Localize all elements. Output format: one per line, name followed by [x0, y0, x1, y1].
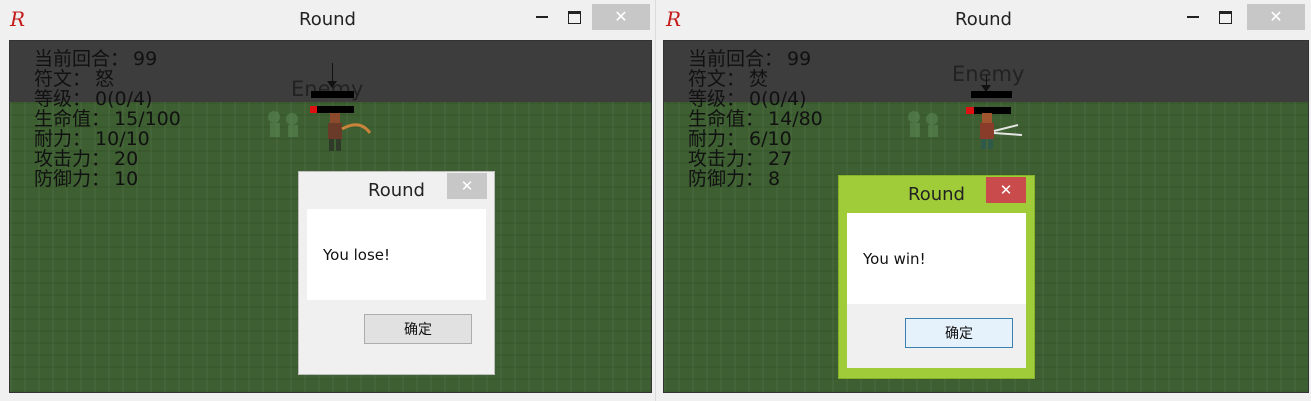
dialog-close-button[interactable]: ✕ — [447, 173, 487, 199]
dialog-footer: 确定 — [847, 304, 1026, 368]
ghost-sprite — [908, 111, 938, 137]
maximize-icon — [1218, 10, 1232, 24]
stat-round: 当前回合： 99 — [34, 48, 158, 70]
maximize-button[interactable] — [1211, 4, 1239, 30]
title-bar[interactable]: R Round ✕ — [656, 0, 1311, 40]
dialog-footer: 确定 — [307, 300, 486, 364]
stat-rune: 符文：焚 — [688, 68, 769, 90]
title-bar[interactable]: R Round ✕ — [0, 0, 655, 40]
target-arrow-shaft — [332, 63, 333, 83]
window-right: R Round ✕ 当前回合： 99 符文：焚 等级： 0(0/4) 生命值： 14/… — [656, 0, 1311, 401]
enemy-name-bar — [311, 91, 354, 98]
stat-round: 当前回合： 99 — [688, 48, 812, 70]
stat-defense: 防御力： 10 — [34, 168, 139, 190]
player-stats: 当前回合： 99 符文：焚 等级： 0(0/4) 生命值： 14/80 耐力： 6/10… — [688, 49, 823, 189]
minimize-button[interactable] — [1179, 4, 1207, 30]
minimize-icon — [1187, 16, 1199, 18]
dialog-body: You lose! — [307, 209, 486, 300]
stat-level: 等级： 0(0/4) — [34, 88, 153, 110]
enemy-name-bar — [971, 91, 1012, 98]
dialog-close-button[interactable]: ✕ — [986, 177, 1026, 203]
close-button[interactable]: ✕ — [592, 4, 650, 30]
result-dialog: Round ✕ You lose! 确定 — [298, 171, 495, 375]
window-left: R Round ✕ 当前回合： 99 符文：怒 等级： 0(0/4) 生命值： 15/… — [0, 0, 655, 401]
dialog-message: You win! — [863, 250, 926, 268]
ok-button[interactable]: 确定 — [905, 318, 1013, 348]
stat-endurance: 耐力： 6/10 — [688, 128, 792, 150]
stat-endurance: 耐力： 10/10 — [34, 128, 150, 150]
window-title: Round — [299, 9, 356, 30]
enemy-sprite — [980, 113, 1023, 149]
ok-button[interactable]: 确定 — [364, 314, 472, 344]
result-dialog: Round ✕ You win! 确定 — [838, 175, 1035, 379]
minimize-icon — [536, 16, 548, 18]
stat-attack: 攻击力： 27 — [688, 148, 793, 170]
dialog-message: You lose! — [323, 246, 391, 264]
minimize-button[interactable] — [528, 4, 556, 30]
close-button[interactable]: ✕ — [1247, 4, 1305, 30]
stat-defense: 防御力： 8 — [688, 168, 781, 190]
maximize-button[interactable] — [560, 4, 588, 30]
enemy-sprite — [328, 113, 372, 151]
stat-rune: 符文：怒 — [34, 68, 115, 90]
stat-hp: 生命值： 14/80 — [688, 108, 823, 130]
dialog-body: You win! — [847, 213, 1026, 304]
enemy-label: Enemy — [952, 62, 1025, 86]
player-stats: 当前回合： 99 符文：怒 等级： 0(0/4) 生命值： 15/100 耐力： 10/… — [34, 49, 181, 189]
stat-level: 等级： 0(0/4) — [688, 88, 807, 110]
stat-hp: 生命值： 15/100 — [34, 108, 181, 130]
stat-attack: 攻击力： 20 — [34, 148, 139, 170]
maximize-icon — [567, 10, 581, 24]
target-arrow-icon — [327, 81, 337, 88]
ghost-sprite — [268, 111, 298, 137]
